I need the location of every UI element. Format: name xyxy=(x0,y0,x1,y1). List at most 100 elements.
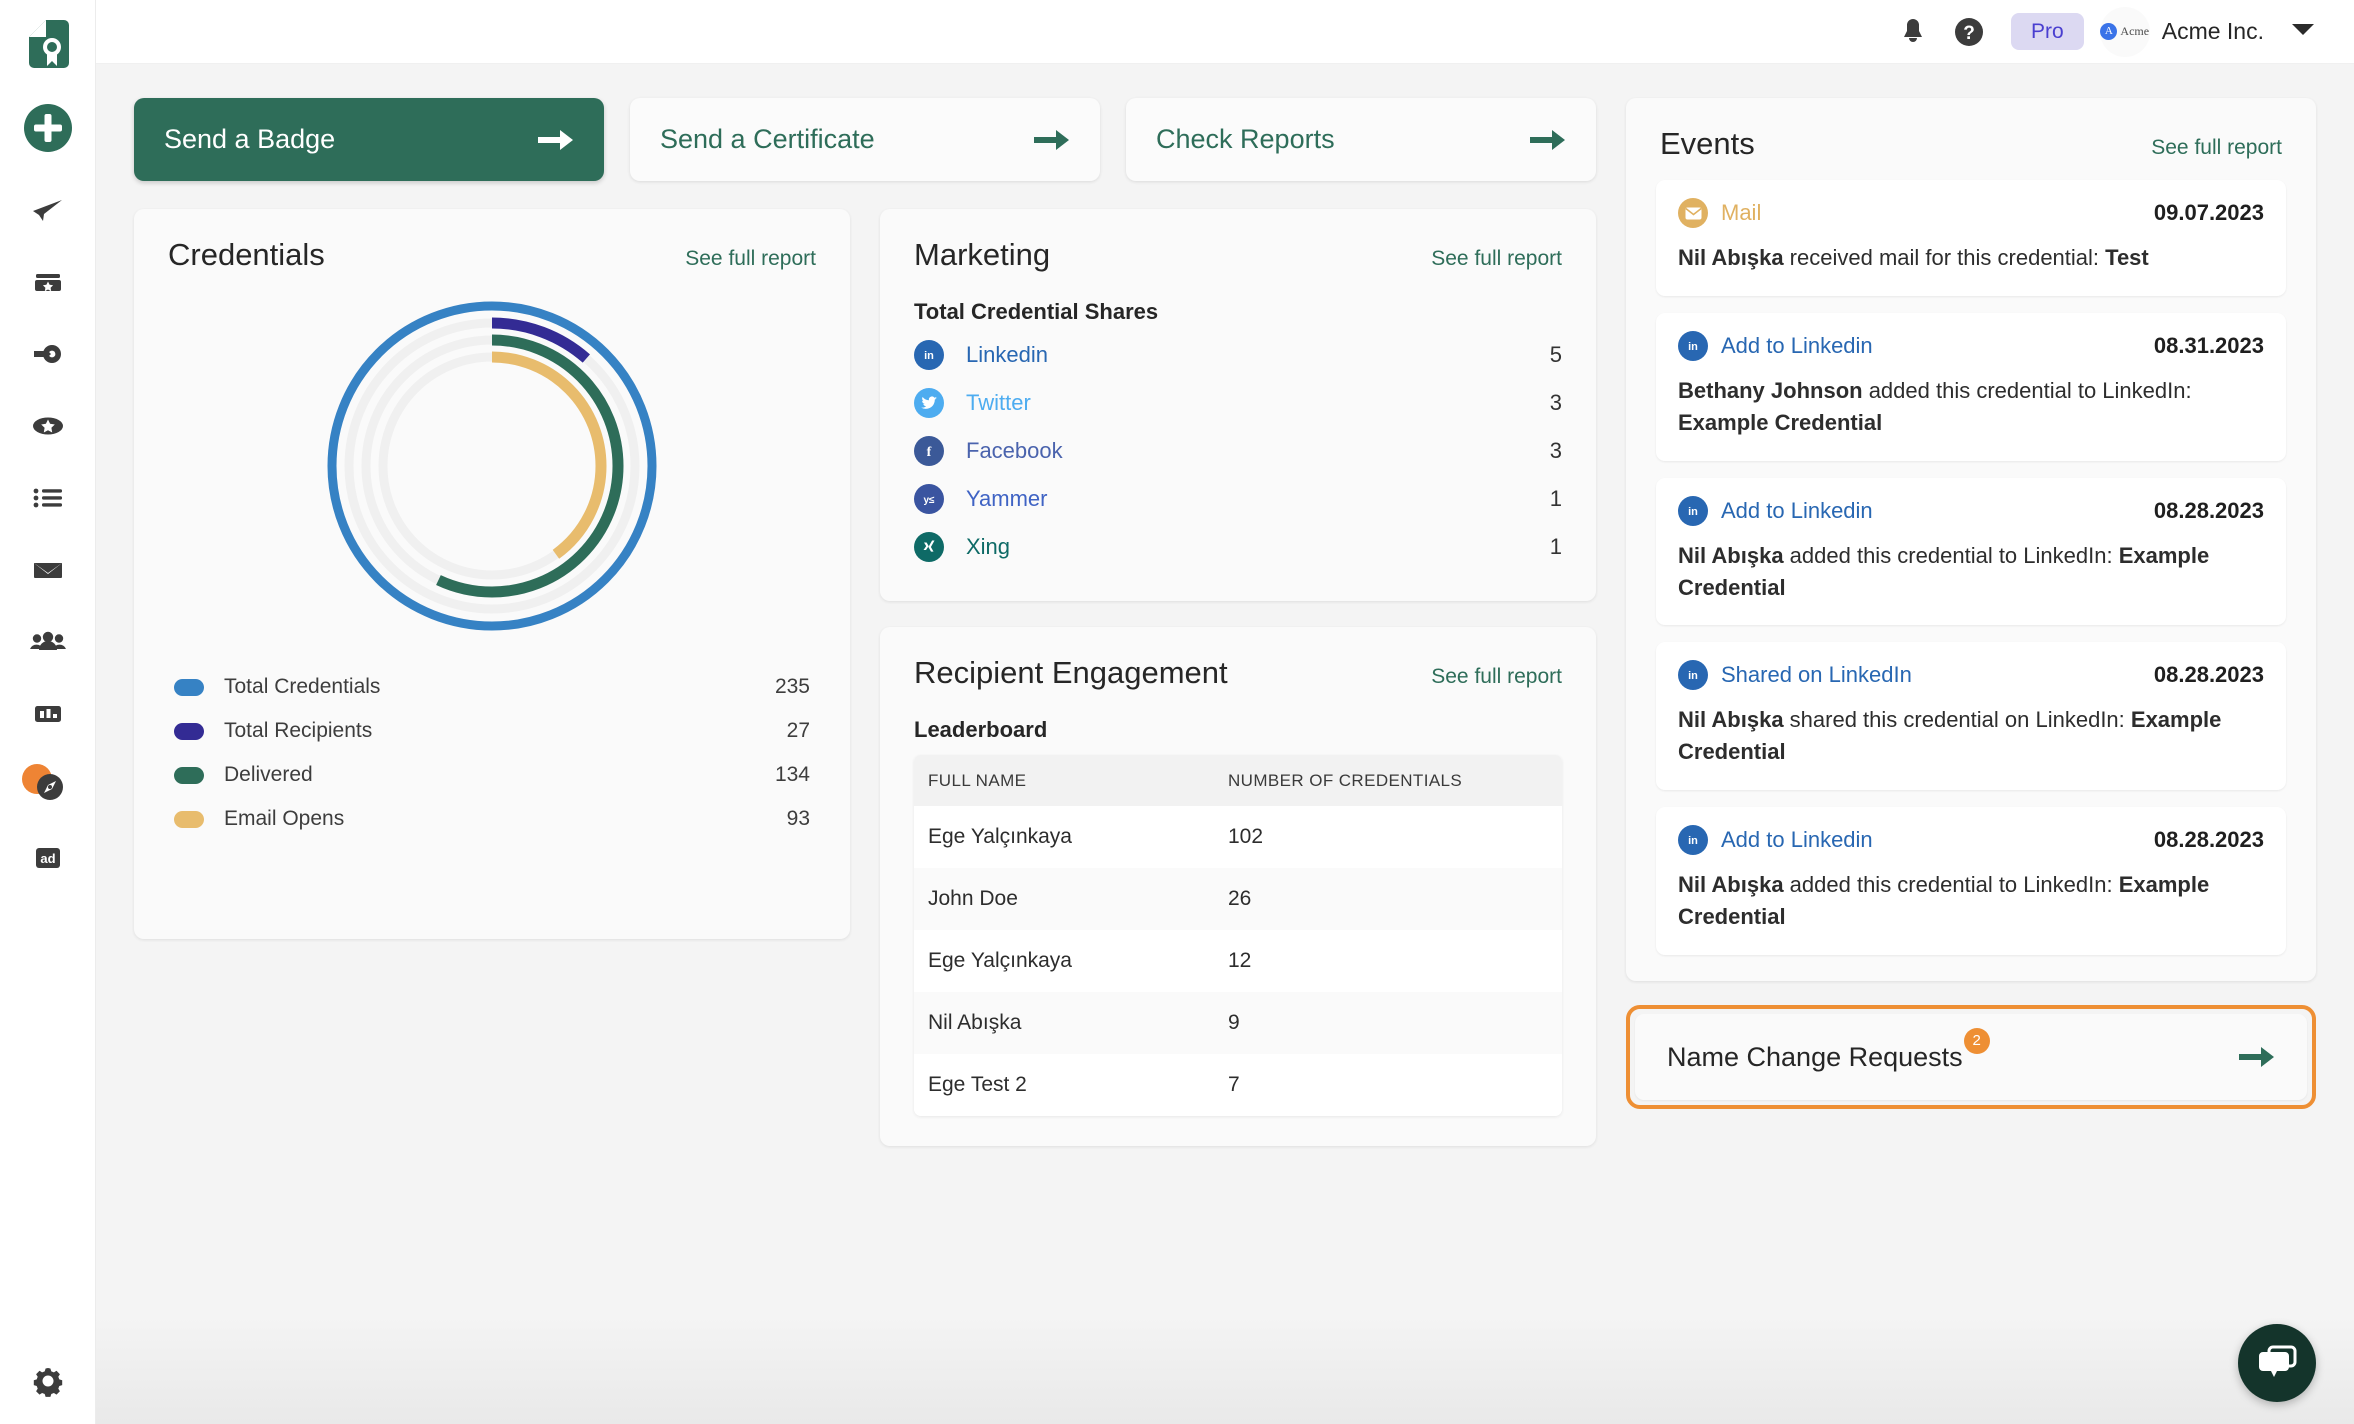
name-change-requests-card[interactable]: Name Change Requests 2 xyxy=(1626,1005,2316,1110)
main-area: ? Pro A Acme Acme Inc. Send a Badge Send… xyxy=(96,0,2354,1424)
svg-text:in: in xyxy=(924,350,934,362)
sidebar-item-analytics[interactable] xyxy=(12,678,84,750)
sidebar-item-mail[interactable] xyxy=(12,534,84,606)
credentials-donut-chart xyxy=(134,273,850,641)
twitter-icon xyxy=(914,388,944,418)
app-logo[interactable] xyxy=(16,12,80,76)
legend-label: Total Credentials xyxy=(224,675,381,698)
list-item[interactable]: y≤ Yammer 1 xyxy=(914,475,1562,523)
cell-full-name: Ege Test 2 xyxy=(928,1073,1027,1096)
dashboard-middle-column: Marketing See full report Total Credenti… xyxy=(880,209,1596,1424)
events-card: Events See full report Mail 09.07.2023 N… xyxy=(1626,98,2316,982)
events-see-full-report-link[interactable]: See full report xyxy=(2151,136,2282,160)
send-a-certificate-button[interactable]: Send a Certificate xyxy=(630,98,1100,181)
content: Send a Badge Send a Certificate Check Re… xyxy=(96,64,2354,1424)
question-circle-icon: ? xyxy=(1955,17,1984,46)
sidebar-item-lists[interactable] xyxy=(12,462,84,534)
list-item[interactable]: in Add to Linkedin 08.28.2023 Nil Abışka… xyxy=(1656,477,2286,626)
svg-text:?: ? xyxy=(1963,23,1975,44)
sidebar-item-explore[interactable] xyxy=(12,750,84,822)
legend-item: Email Opens 93 xyxy=(174,797,810,841)
recipient-engagement-title: Recipient Engagement xyxy=(914,655,1228,690)
event-type-label: Add to Linkedin xyxy=(1721,827,1873,853)
svg-text:y≤: y≤ xyxy=(923,495,935,506)
svg-text:in: in xyxy=(1688,341,1698,353)
list-item[interactable]: Twitter 3 xyxy=(914,379,1562,427)
list-item[interactable]: in Shared on LinkedIn 08.28.2023 Nil Abı… xyxy=(1656,642,2286,791)
sidebar-item-badges[interactable] xyxy=(12,390,84,462)
cell-full-name: Ege Yalçınkaya xyxy=(928,949,1072,972)
linkedin-icon: in xyxy=(1678,825,1708,856)
send-a-badge-button[interactable]: Send a Badge xyxy=(134,98,604,181)
facebook-icon: f xyxy=(914,436,944,466)
avatar[interactable]: A Acme xyxy=(2099,6,2150,57)
leaderboard-subtitle: Leaderboard xyxy=(914,717,1048,742)
org-logo-text: Acme xyxy=(2120,24,2150,38)
arrow-right-icon xyxy=(538,129,573,150)
xing-icon xyxy=(914,532,944,562)
certificate-logo-icon xyxy=(28,20,69,68)
list-item[interactable]: in Add to Linkedin 08.28.2023 Nil Abışka… xyxy=(1656,807,2286,956)
list-item[interactable]: in Add to Linkedin 08.31.2023 Bethany Jo… xyxy=(1656,312,2286,461)
sidebar-nav: ad xyxy=(0,174,95,894)
table-row[interactable]: John Doe 26 xyxy=(914,868,1562,930)
svg-text:ad: ad xyxy=(40,851,55,866)
credentials-see-full-report-link[interactable]: See full report xyxy=(685,247,816,271)
table-row[interactable]: Ege Yalçınkaya 102 xyxy=(914,806,1562,868)
table-row[interactable]: Ege Yalçınkaya 12 xyxy=(914,930,1562,992)
event-middle-text: added this credential to LinkedIn: xyxy=(1783,872,2119,898)
legend-swatch-delivered xyxy=(174,766,204,784)
list-icon xyxy=(33,488,62,508)
share-count: 3 xyxy=(1549,438,1562,463)
svg-text:in: in xyxy=(1688,835,1698,847)
marketing-see-full-report-link[interactable]: See full report xyxy=(1431,247,1562,271)
legend-label: Email Opens xyxy=(224,807,345,830)
column-header-full-name: FULL NAME xyxy=(928,771,1027,790)
event-middle-text: added this credential to LinkedIn: xyxy=(1862,377,2192,403)
sidebar-settings[interactable] xyxy=(0,1364,95,1398)
events-title: Events xyxy=(1660,126,1755,161)
list-item[interactable]: f Facebook 3 xyxy=(914,427,1562,475)
table-row[interactable]: Nil Abışka 9 xyxy=(914,992,1562,1054)
event-object: Test xyxy=(2105,245,2149,270)
list-item[interactable]: Mail 09.07.2023 Nil Abışka received mail… xyxy=(1656,180,2286,296)
event-description: Nil Abışka received mail for this creden… xyxy=(1678,242,2264,274)
sidebar-item-recipients[interactable] xyxy=(12,606,84,678)
share-count: 1 xyxy=(1549,534,1562,559)
dashboard-page: ad ? Pro A Acme Acme Inc. Send a Badge S… xyxy=(0,0,2354,1424)
legend-swatch-email-opens xyxy=(174,810,204,828)
name-change-requests-label: Name Change Requests xyxy=(1667,1041,1963,1072)
event-description: Bethany Johnson added this credential to… xyxy=(1678,375,2264,439)
legend-value: 134 xyxy=(774,763,810,786)
share-platform-name: Facebook xyxy=(966,438,1063,463)
legend-item: Delivered 134 xyxy=(174,753,810,797)
engagement-see-full-report-link[interactable]: See full report xyxy=(1431,665,1562,689)
chat-bubble-icon xyxy=(2259,1345,2297,1377)
chat-widget-button[interactable] xyxy=(2238,1324,2316,1402)
org-menu-button[interactable] xyxy=(2290,21,2316,42)
create-button[interactable] xyxy=(16,96,80,160)
table-row[interactable]: Ege Test 2 7 xyxy=(914,1054,1562,1116)
cell-full-name: John Doe xyxy=(928,887,1018,910)
table-header-row: FULL NAME NUMBER OF CREDENTIALS xyxy=(914,755,1562,806)
share-platform-name: Linkedin xyxy=(966,342,1048,367)
arrow-right-icon xyxy=(1530,129,1565,150)
event-actor: Nil Abışka xyxy=(1678,542,1784,568)
event-type-label: Add to Linkedin xyxy=(1721,332,1873,358)
share-platform-name: Yammer xyxy=(966,486,1048,511)
list-item[interactable]: in Linkedin 5 xyxy=(914,331,1562,379)
notifications-button[interactable] xyxy=(1885,4,1941,60)
plan-badge[interactable]: Pro xyxy=(2011,13,2084,50)
sidebar-item-ads[interactable]: ad xyxy=(12,822,84,894)
event-type-label: Shared on LinkedIn xyxy=(1721,662,1912,688)
sidebar-item-send[interactable] xyxy=(12,174,84,246)
help-button[interactable]: ? xyxy=(1941,4,1997,60)
check-reports-button[interactable]: Check Reports xyxy=(1126,98,1596,181)
list-item[interactable]: Xing 1 xyxy=(914,523,1562,571)
sidebar-item-integrations[interactable] xyxy=(12,318,84,390)
cell-full-name: Ege Yalçınkaya xyxy=(928,825,1072,848)
concentric-rings-chart xyxy=(327,301,657,631)
sidebar-item-templates[interactable] xyxy=(12,246,84,318)
org-name[interactable]: Acme Inc. xyxy=(2162,18,2264,45)
bar-chart-icon xyxy=(34,706,61,722)
